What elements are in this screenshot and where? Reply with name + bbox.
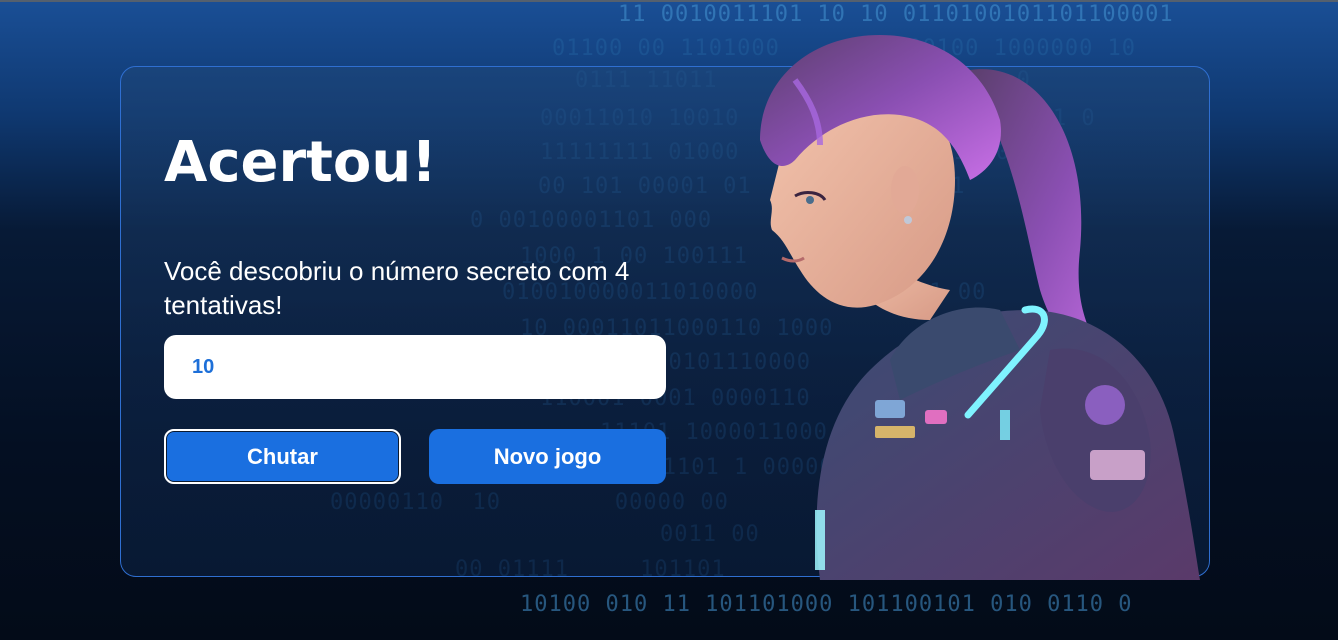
binary-line: 10100 010 11 101101000 101100101 010 011… [520, 592, 1133, 617]
guess-input[interactable] [164, 335, 666, 399]
binary-line: 11 0010011101 10 10 0110100101101100001 [618, 2, 1174, 27]
page-title: Acertou! [164, 130, 437, 195]
new-game-button[interactable]: Novo jogo [429, 429, 666, 484]
guess-button[interactable]: Chutar [164, 429, 401, 484]
top-border-line [0, 0, 1338, 2]
binary-line: 01100 00 1101000 100100 1000000 10 [552, 36, 1137, 61]
result-message: Você descobriu o número secreto com 4 te… [164, 256, 630, 320]
